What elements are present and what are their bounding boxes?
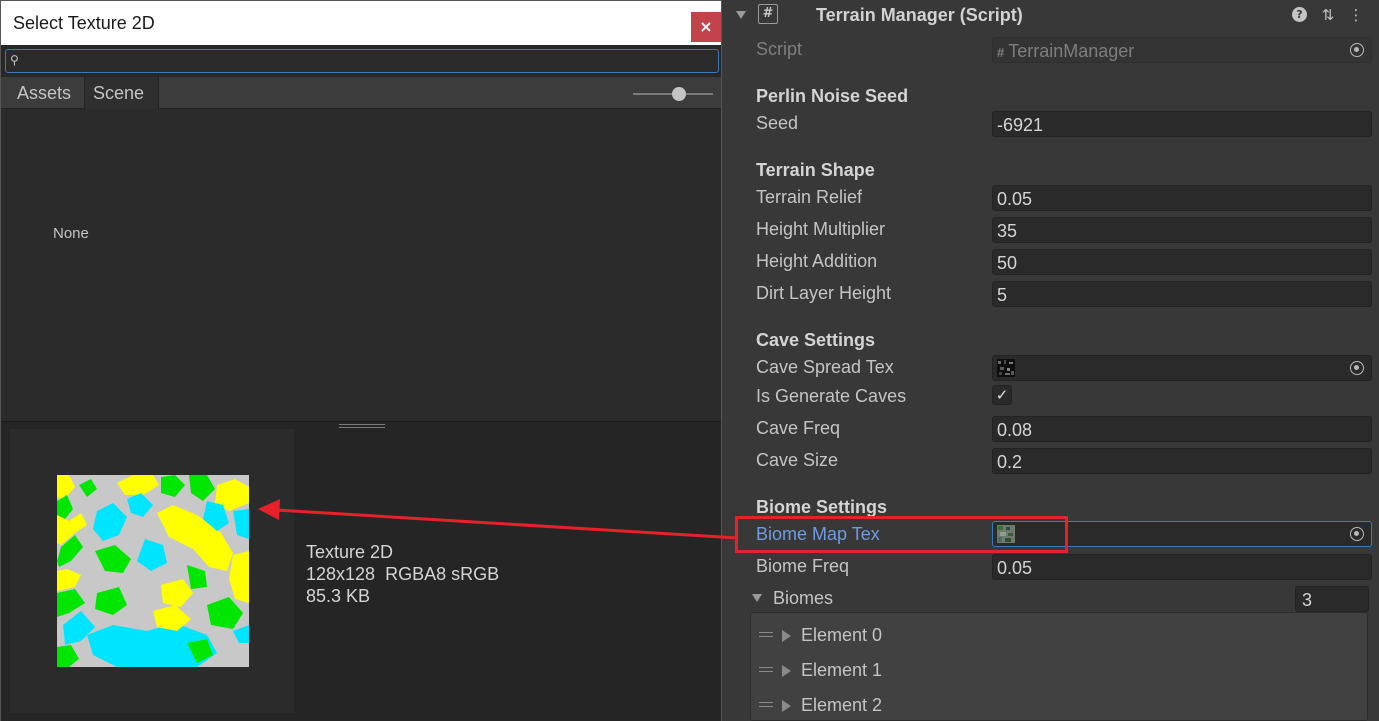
list-item[interactable]: Element 1 <box>751 652 1367 686</box>
foldout-arrow-icon[interactable] <box>736 11 746 19</box>
element-label: Element 2 <box>801 695 883 715</box>
height-multiplier-label: Height Multiplier <box>756 219 886 239</box>
section-header-perlin: Perlin Noise Seed <box>756 86 909 106</box>
object-picker-icon <box>1350 43 1364 57</box>
cave-freq-label: Cave Freq <box>756 418 841 438</box>
component-header[interactable]: # Terrain Manager (Script) ? ⇅ ⋮ <box>722 0 1379 30</box>
zoom-slider-handle[interactable] <box>672 87 686 101</box>
object-picker-icon[interactable] <box>1350 527 1364 541</box>
height-addition-field[interactable]: 50 <box>992 249 1372 275</box>
is-generate-caves-label: Is Generate Caves <box>756 386 907 406</box>
is-generate-caves-checkbox[interactable]: ✓ <box>992 385 1012 405</box>
dirt-layer-height-label: Dirt Layer Height <box>756 283 892 303</box>
tab-assets[interactable]: Assets <box>1 77 85 109</box>
more-icon[interactable]: ⋮ <box>1346 5 1366 25</box>
cave-size-field[interactable]: 0.2 <box>992 448 1372 474</box>
window-titlebar[interactable]: Select Texture 2D × <box>1 1 721 45</box>
expand-arrow-icon[interactable] <box>782 700 791 712</box>
biomes-label[interactable]: Biomes <box>773 588 833 609</box>
list-item[interactable]: Element 0 <box>751 617 1367 651</box>
tab-strip: Assets Scene <box>1 77 721 109</box>
object-picker-icon[interactable] <box>1350 361 1364 375</box>
biomes-foldout-icon[interactable] <box>752 594 762 602</box>
height-multiplier-field[interactable]: 35 <box>992 217 1372 243</box>
element-label: Element 0 <box>801 625 883 645</box>
biome-freq-field[interactable]: 0.05 <box>992 554 1372 580</box>
component-title: Terrain Manager (Script) <box>816 5 1023 25</box>
seed-field[interactable]: -6921 <box>992 111 1372 137</box>
drag-handle-icon[interactable] <box>759 632 773 637</box>
help-icon[interactable]: ? <box>1292 7 1307 22</box>
drag-handle-icon[interactable] <box>759 667 773 672</box>
preset-icon[interactable]: ⇅ <box>1318 5 1338 25</box>
cave-spread-tex-label: Cave Spread Tex <box>756 357 894 377</box>
cave-spread-tex-field[interactable] <box>992 355 1372 381</box>
biomes-count-field[interactable]: 3 <box>1295 586 1369 612</box>
drag-handle-icon[interactable] <box>759 702 773 707</box>
resize-grip-icon[interactable] <box>339 424 385 428</box>
close-button[interactable]: × <box>691 12 721 42</box>
section-header-biome: Biome Settings <box>756 497 888 517</box>
tab-scene[interactable]: Scene <box>85 77 159 109</box>
texture-type-label: Texture 2D <box>306 542 394 562</box>
script-asset-icon: # <box>997 45 1005 60</box>
terrain-relief-field[interactable]: 0.05 <box>992 185 1372 211</box>
cave-freq-field[interactable]: 0.08 <box>992 416 1372 442</box>
element-label: Element 1 <box>801 660 883 680</box>
window-title: Select Texture 2D <box>13 13 155 33</box>
splitter[interactable] <box>1 421 721 422</box>
script-field: # TerrainManager <box>992 37 1372 63</box>
expand-arrow-icon[interactable] <box>782 630 791 642</box>
dirt-layer-height-field[interactable]: 5 <box>992 281 1372 307</box>
search-icon: ⚲ <box>10 53 19 67</box>
checkmark-icon: ✓ <box>995 386 1009 404</box>
annotation-highlight-box <box>735 516 1068 553</box>
script-value: TerrainManager <box>1008 41 1135 61</box>
terrain-relief-label: Terrain Relief <box>756 187 863 207</box>
texture-format-label: 128x128 RGBA8 sRGB <box>306 564 500 584</box>
biomes-list: Element 0 Element 1 Element 2 <box>750 612 1368 721</box>
biome-freq-label: Biome Freq <box>756 556 850 576</box>
seed-label: Seed <box>756 113 799 133</box>
section-header-terrain: Terrain Shape <box>756 160 875 180</box>
list-item[interactable]: Element 2 <box>751 687 1367 721</box>
cave-size-label: Cave Size <box>756 450 839 470</box>
height-addition-label: Height Addition <box>756 251 878 271</box>
asset-grid: None <box>1 109 721 421</box>
section-header-cave: Cave Settings <box>756 330 876 350</box>
texture-size-label: 85.3 KB <box>306 586 371 606</box>
texture-preview-image <box>57 475 249 667</box>
expand-arrow-icon[interactable] <box>782 665 791 677</box>
search-input[interactable]: ⚲ <box>5 49 719 73</box>
cave-texture-thumbnail <box>997 359 1015 377</box>
inspector-panel: # Terrain Manager (Script) ? ⇅ ⋮ Script … <box>722 0 1379 721</box>
script-icon: # <box>758 4 778 24</box>
script-label: Script <box>756 39 803 59</box>
none-item[interactable]: None <box>53 225 89 242</box>
select-texture-window: Select Texture 2D × ⚲ Assets Scene None <box>0 0 722 721</box>
